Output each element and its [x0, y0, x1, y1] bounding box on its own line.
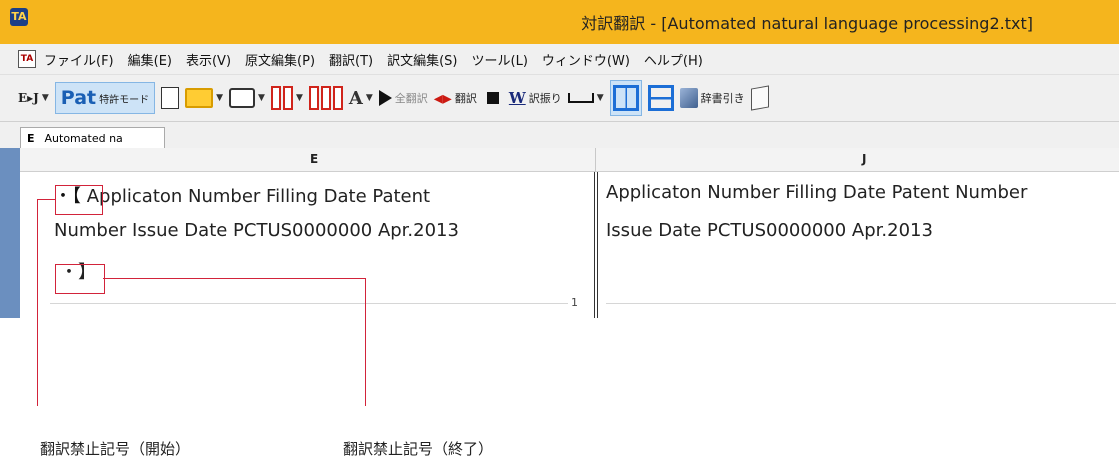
chevron-down-icon: ▼ [365, 93, 373, 103]
menu-help[interactable]: ヘルプ(H) [644, 50, 703, 69]
new-document-button[interactable] [161, 83, 180, 113]
space-button[interactable]: ▼ [567, 83, 604, 113]
stop-icon [486, 92, 499, 104]
open-button[interactable]: ▼ [185, 83, 223, 113]
chevron-down-icon: ▼ [41, 93, 49, 103]
direction-label: E▸J [18, 91, 39, 105]
stop-button[interactable] [483, 83, 503, 113]
patent-mode-button[interactable]: Pat 特許モード [54, 82, 156, 114]
end-callout-leader [365, 278, 366, 406]
source-text-line-2: Number Issue Date PCTUS0000000 Apr.2013 [54, 220, 459, 241]
chevron-down-icon: ▼ [258, 93, 265, 103]
menu-translate[interactable]: 翻訳(T) [329, 50, 373, 69]
patent-mode-label: 特許モード [99, 94, 150, 106]
segment-separator [606, 303, 1116, 304]
new-document-icon [161, 87, 180, 109]
app-logo-icon: TA [10, 8, 28, 26]
menu-tools[interactable]: ツール(L) [472, 50, 528, 69]
menu-edit[interactable]: 編集(E) [128, 50, 172, 69]
start-callout-leader [37, 199, 38, 406]
space-icon [567, 93, 594, 103]
menu-window[interactable]: ウィンドウ(W) [542, 50, 630, 69]
furigana-label: 訳振り [528, 92, 562, 105]
translate-all-label: 全翻訳 [394, 92, 428, 105]
stacked-layout-button[interactable] [647, 83, 674, 113]
font-size-icon: A [348, 87, 363, 109]
dictionary-button[interactable]: 辞書引き [679, 83, 745, 113]
target-text-line-2: Issue Date PCTUS0000000 Apr.2013 [606, 220, 933, 241]
segment-number: 1 [571, 296, 578, 309]
furigana-button[interactable]: W 訳振り [509, 83, 562, 113]
font-button[interactable]: A ▼ [349, 83, 373, 113]
three-column-button[interactable] [308, 83, 343, 113]
end-mark-caption: 翻訳禁止記号（終了） [343, 440, 494, 458]
menu-source-edit[interactable]: 原文編集(P) [245, 50, 315, 69]
title-bar: TA 対訳翻訳 - [Automated natural language pr… [0, 0, 1119, 44]
tab-language-letter: E [27, 132, 35, 145]
chevron-down-icon: ▼ [216, 93, 224, 103]
left-margin-bar [0, 148, 20, 318]
patent-logo-icon: Pat [60, 87, 97, 109]
tab-label: Automated na [44, 132, 123, 145]
notepad-icon [750, 85, 769, 111]
translate-arrow-icon: ◂▸ [433, 87, 452, 109]
translate-label: 翻訳 [454, 92, 477, 105]
translate-button[interactable]: ◂▸ 翻訳 [434, 83, 477, 113]
menu-bar: TA ファイル(F) 編集(E) 表示(V) 原文編集(P) 翻訳(T) 訳文編… [0, 44, 1119, 74]
end-mark-callout-box [55, 264, 105, 294]
start-callout-connector [37, 199, 55, 200]
window-title: 対訳翻訳 - [Automated natural language proce… [581, 14, 1033, 33]
print-button[interactable]: ▼ [229, 83, 265, 113]
stacked-layout-icon [647, 85, 674, 111]
toolbar: E▸J ▼ Pat 特許モード ▼ ▼ ▼ A ▼ 全翻訳 ◂▸ 翻訳 W 訳振… [0, 74, 1119, 122]
two-column-icon [270, 86, 293, 110]
more-tool-button[interactable] [750, 83, 769, 113]
target-column-header: J [862, 152, 867, 166]
segment-separator [50, 303, 568, 304]
source-line-1: ・【 Applicaton Number Filling Date Patent [54, 182, 430, 208]
w-icon: W [508, 89, 526, 107]
target-pane[interactable]: Applicaton Number Filling Date Patent Nu… [598, 172, 1119, 318]
end-callout-connector [103, 278, 365, 279]
dictionary-label: 辞書引き [700, 92, 745, 105]
two-column-button[interactable]: ▼ [270, 83, 303, 113]
app-window: TA 対訳翻訳 - [Automated natural language pr… [0, 0, 1119, 318]
document-tab-bar: E Automated na [0, 122, 1119, 148]
source-text-line-1: Applicaton Number Filling Date Patent [86, 186, 431, 207]
start-mark-caption: 翻訳禁止記号（開始） [40, 440, 191, 458]
direction-button[interactable]: E▸J ▼ [18, 83, 49, 113]
document-menu-icon[interactable]: TA [18, 50, 36, 68]
start-mark-callout-box [55, 185, 103, 215]
source-column-header: E [310, 152, 319, 166]
source-pane[interactable]: ・【 Applicaton Number Filling Date Patent… [20, 172, 594, 318]
column-header-divider[interactable] [595, 148, 596, 172]
document-tab[interactable]: E Automated na [20, 127, 165, 148]
column-header: E J [20, 148, 1119, 172]
menu-file[interactable]: ファイル(F) [44, 50, 114, 69]
target-text-line-1: Applicaton Number Filling Date Patent Nu… [606, 182, 1028, 203]
side-by-side-layout-icon [612, 85, 639, 111]
open-folder-icon [185, 88, 214, 108]
three-column-icon [308, 86, 343, 110]
chevron-down-icon: ▼ [596, 93, 604, 103]
side-by-side-layout-button[interactable] [609, 80, 642, 116]
play-icon [378, 90, 392, 106]
translate-all-button[interactable]: 全翻訳 [378, 83, 428, 113]
menu-view[interactable]: 表示(V) [186, 50, 231, 69]
chevron-down-icon: ▼ [295, 93, 303, 103]
menu-target-edit[interactable]: 訳文編集(S) [387, 50, 457, 69]
dictionary-icon [679, 88, 698, 108]
printer-icon [229, 88, 256, 108]
